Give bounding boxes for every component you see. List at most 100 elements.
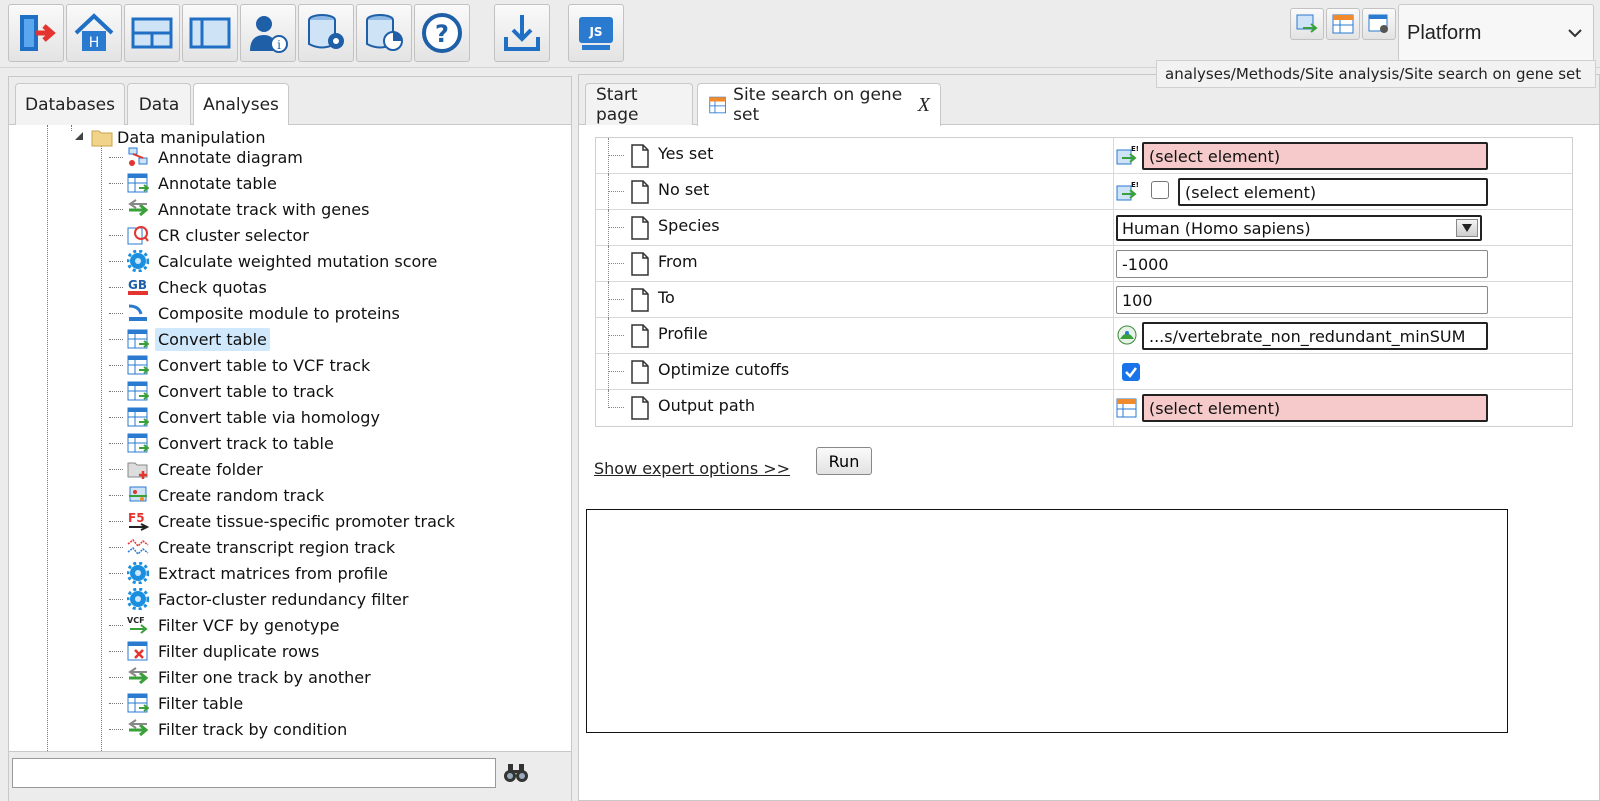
document-icon — [631, 216, 649, 240]
table-settings-button[interactable] — [1362, 8, 1396, 40]
split-horizontal-button[interactable] — [124, 4, 180, 62]
no-set-field[interactable]: (select element) — [1178, 178, 1488, 206]
user-info-button[interactable]: i — [240, 4, 296, 62]
tree-item[interactable]: Annotate table — [109, 170, 280, 196]
cluster-icon — [127, 224, 149, 246]
output-area — [586, 509, 1508, 733]
table-button[interactable] — [1326, 8, 1360, 40]
param-name: Output path — [658, 396, 756, 415]
species-select[interactable]: Human (Homo sapiens) — [1116, 215, 1482, 241]
tree-item[interactable]: Annotate track with genes — [109, 196, 372, 222]
tree-item[interactable]: Convert table — [109, 326, 270, 352]
tree-item[interactable]: Convert track to table — [109, 430, 337, 456]
param-row-no-set: No set E! (select element) — [596, 174, 1572, 210]
optimize-cutoffs-checkbox[interactable] — [1122, 363, 1140, 381]
param-name: Species — [658, 216, 720, 235]
element-picker-icon[interactable]: E! — [1116, 180, 1138, 202]
platform-select[interactable]: Platform — [1398, 4, 1594, 62]
tree-item[interactable]: GB Check quotas — [109, 274, 270, 300]
tree-item[interactable]: Convert table via homology — [109, 404, 383, 430]
tree-item-label: Filter one track by another — [158, 667, 371, 687]
tree-item[interactable]: F5 Create tissue-specific promoter track — [109, 508, 458, 534]
tree-item[interactable]: VCF Filter VCF by genotype — [109, 612, 343, 638]
element-picker-icon[interactable]: E! — [1116, 144, 1138, 166]
home-icon: H — [74, 13, 114, 51]
gear-icon — [127, 562, 149, 584]
repository-panel: Databases Data Analyses Data manipulatio… — [8, 76, 572, 801]
close-tab-button[interactable]: X — [918, 94, 930, 117]
tree-item-label: Filter table — [158, 693, 244, 713]
tree-item-label: Filter track by condition — [158, 719, 348, 739]
tree-item-label: Convert table to VCF track — [158, 355, 371, 375]
tree-item-label: Create transcript region track — [158, 537, 396, 557]
checkmark-icon — [1125, 367, 1137, 378]
logout-icon — [20, 15, 56, 51]
split-vertical-button[interactable] — [182, 4, 238, 62]
table-convert-icon — [127, 406, 149, 428]
tree-item[interactable]: Create transcript region track — [109, 534, 398, 560]
tree-item[interactable]: Annotate diagram — [109, 144, 306, 170]
tree-item[interactable]: Filter one track by another — [109, 664, 374, 690]
svg-text:?: ? — [435, 20, 449, 48]
show-expert-options-link[interactable]: Show expert options >> — [594, 459, 790, 478]
tree-search-input[interactable] — [12, 758, 496, 788]
run-button[interactable]: Run — [816, 447, 872, 475]
tab-site-search[interactable]: Site search on gene set X — [697, 83, 941, 126]
database-chart-button[interactable] — [356, 4, 412, 62]
svg-text:H: H — [89, 35, 100, 51]
no-set-enable-checkbox[interactable] — [1151, 181, 1169, 199]
yes-set-field[interactable]: (select element) — [1142, 142, 1488, 170]
document-icon — [631, 144, 649, 168]
profile-field[interactable]: ...s/vertebrate_non_redundant_minSUM — [1142, 322, 1488, 350]
tree-item-label: Composite module to proteins — [158, 303, 400, 323]
gear-icon — [127, 250, 149, 272]
search-button[interactable] — [499, 758, 533, 788]
species-value: Human (Homo sapiens) — [1122, 218, 1311, 238]
tab-data[interactable]: Data — [127, 83, 191, 125]
tree-item[interactable]: Composite module to proteins — [109, 300, 403, 326]
output-picker-icon[interactable] — [1116, 397, 1138, 419]
split-vertical-icon — [189, 17, 231, 49]
tree-item[interactable]: Filter table — [109, 690, 246, 716]
tree-item[interactable]: Factor-cluster redundancy filter — [109, 586, 411, 612]
tree-item[interactable]: Create random track — [109, 482, 327, 508]
parameters-table: Yes set E! (select element) No set E! (s… — [595, 137, 1573, 427]
track-arrows-icon — [127, 198, 149, 220]
to-input[interactable]: 100 — [1116, 286, 1488, 314]
table-remove-icon — [127, 640, 149, 662]
document-icon — [631, 180, 649, 204]
svg-text:E!: E! — [1131, 145, 1138, 153]
help-button[interactable]: ? — [414, 4, 470, 62]
document-icon — [631, 324, 649, 348]
profile-picker-icon[interactable] — [1116, 324, 1138, 346]
tab-analyses[interactable]: Analyses — [193, 83, 289, 126]
tree-item[interactable]: Extract matrices from profile — [109, 560, 391, 586]
tree-item-label: Convert table — [155, 327, 270, 351]
from-input[interactable]: -1000 — [1116, 250, 1488, 278]
tree-item[interactable]: Filter duplicate rows — [109, 638, 322, 664]
tree-item[interactable]: Filter track by condition — [109, 716, 350, 742]
tree-item-label: Convert table via homology — [158, 407, 380, 427]
track-button[interactable] — [1290, 8, 1324, 40]
tab-start-page[interactable]: Start page — [585, 83, 693, 125]
svg-text:F5: F5 — [128, 511, 145, 525]
tree-item[interactable]: Convert table to VCF track — [109, 352, 373, 378]
random-track-icon — [127, 484, 149, 506]
param-name: From — [658, 252, 698, 271]
import-button[interactable] — [494, 4, 550, 62]
tree-item-label: Calculate weighted mutation score — [158, 251, 438, 271]
track-icon — [1296, 14, 1318, 33]
tree-item[interactable]: CR cluster selector — [109, 222, 312, 248]
triangle-down-icon — [75, 132, 83, 140]
tree-item[interactable]: Calculate weighted mutation score — [109, 248, 440, 274]
database-settings-button[interactable] — [298, 4, 354, 62]
tree-item-label: Extract matrices from profile — [158, 563, 388, 583]
home-button[interactable]: H — [66, 4, 122, 62]
tab-databases[interactable]: Databases — [15, 83, 125, 125]
tree-item[interactable]: Convert table to track — [109, 378, 337, 404]
tree-item[interactable]: Create folder — [109, 456, 266, 482]
output-path-field[interactable]: (select element) — [1142, 394, 1488, 422]
logout-button[interactable] — [8, 4, 64, 62]
javascript-console-button[interactable]: JS — [568, 4, 624, 62]
tree-item-label: Create tissue-specific promoter track — [158, 511, 455, 531]
